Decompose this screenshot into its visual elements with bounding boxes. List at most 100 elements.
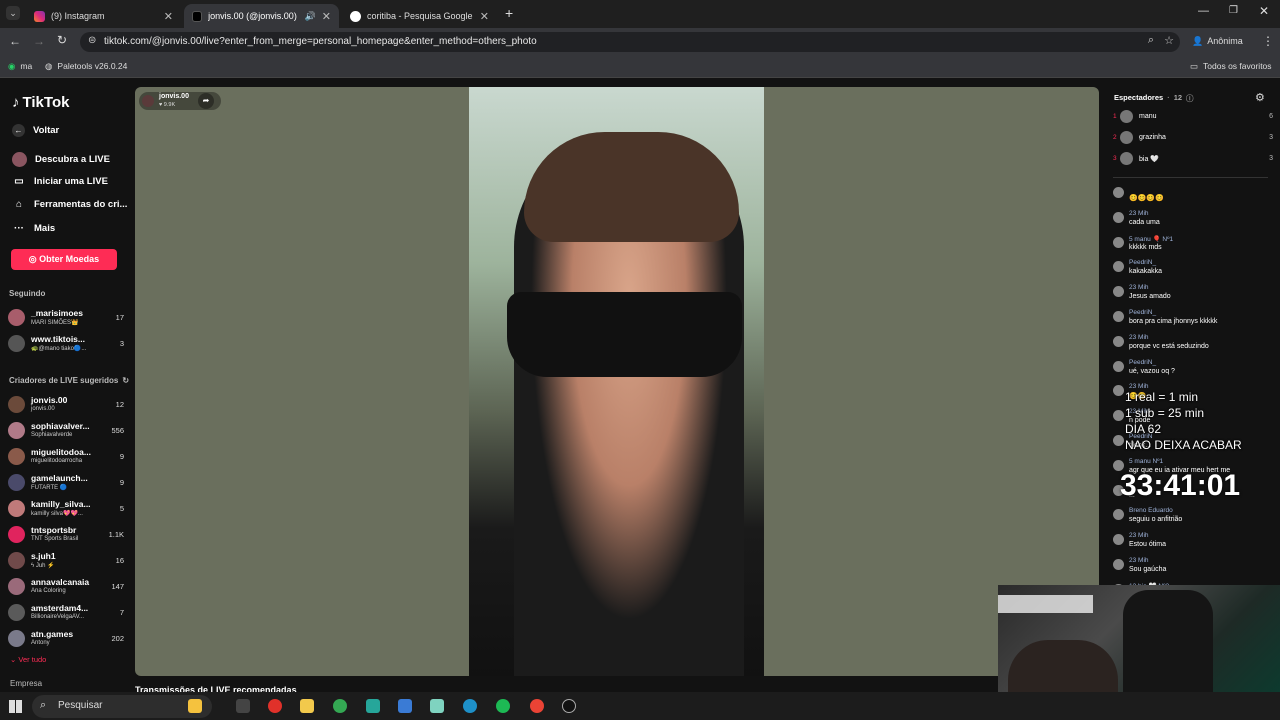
windows-start-icon[interactable] (9, 700, 22, 713)
url-bar[interactable]: ⊜ tiktok.com/@jonvis.00/live?enter_from_… (80, 32, 1180, 52)
chat-username[interactable]: 5 manu 🎈 Nº1 (1129, 235, 1173, 243)
task-view-icon[interactable] (236, 699, 250, 713)
incognito-profile[interactable]: 👤 Anônima (1192, 36, 1243, 47)
account-row[interactable]: _marisimoes MARI SIMÕES👑 17 (8, 307, 124, 329)
tab-tiktok[interactable]: jonvis.00 (@jonvis.00) com 🔊 ✕ (184, 4, 339, 28)
bookmark-label: ma (20, 61, 33, 71)
live-video-stage[interactable]: jonvis.00 ♥ 9.9K ➦ (135, 87, 1099, 676)
avatar (1120, 131, 1133, 144)
copilot-icon[interactable] (188, 699, 202, 713)
chat-username[interactable]: 5 manu Nº1 (1129, 458, 1163, 465)
back-link[interactable]: ← Voltar (12, 124, 59, 137)
chrome-icon[interactable] (333, 699, 347, 713)
streamer-hair (524, 132, 739, 242)
chrome-active-icon[interactable] (530, 699, 544, 713)
streamer-sunglasses (507, 292, 742, 377)
avatar (1120, 152, 1133, 165)
speaker-icon[interactable]: 🔊 (305, 11, 316, 22)
account-row[interactable]: tntsportsbr TNT Sports Brasil 1.1K (8, 524, 124, 546)
account-row[interactable]: amsterdam4... BillionaireVelgaAV... 7 (8, 602, 124, 624)
close-window-button[interactable]: ✕ (1259, 4, 1269, 18)
chat-username[interactable]: PeedriN_ (1129, 259, 1156, 266)
account-row[interactable]: jonvis.00 jonvis.00 12 (8, 394, 124, 416)
info-icon[interactable]: ⓘ (1186, 93, 1194, 104)
chat-username[interactable]: PeedriN_ (1129, 309, 1156, 316)
chat-username[interactable]: 23 Mih (1129, 284, 1149, 291)
tab-instagram[interactable]: (9) Instagram ✕ (26, 4, 181, 28)
refresh-icon[interactable]: ↻ (122, 376, 129, 385)
viewer-count: 1.1K (108, 530, 124, 539)
chat-message: 23 Mih cada uma (1113, 210, 1273, 232)
share-icon[interactable]: ➦ (198, 93, 214, 109)
tab-label: coritiba - Pesquisa Google (367, 11, 473, 21)
file-explorer-icon[interactable] (300, 699, 314, 713)
live-avatar-icon (12, 152, 27, 167)
live-video[interactable] (469, 87, 764, 676)
account-row[interactable]: www.tiktois... 🐢@mano tiako🔵... 3 (8, 333, 124, 355)
zoom-icon[interactable]: ⌕ (1148, 34, 1154, 47)
notes-icon[interactable] (430, 699, 444, 713)
nav-more[interactable]: ··· Mais (12, 223, 55, 234)
chat-username[interactable]: Breno Eduardo (1129, 507, 1173, 514)
viewer-row[interactable]: 2 grazinha 3 (1113, 131, 1273, 145)
forward-arrow-icon[interactable]: → (33, 34, 45, 48)
avatar (1113, 236, 1124, 248)
tiktok-logo[interactable]: ♪ TikTok (12, 94, 69, 111)
account-row[interactable]: miguelitodoa... miguelitodoarrocha 9 (8, 446, 124, 468)
viewer-row[interactable]: 1 manu 6 (1113, 110, 1273, 124)
close-icon[interactable]: ✕ (322, 10, 331, 23)
account-row[interactable]: annavalcanaia Ana Coloring 147 (8, 576, 124, 598)
close-icon[interactable]: ✕ (480, 10, 489, 23)
minimize-button[interactable]: — (1198, 5, 1209, 17)
site-info-icon[interactable]: ⊜ (88, 35, 96, 46)
account-row[interactable]: gamelaunch... FUTARTE 🔵 9 (8, 472, 124, 494)
account-row[interactable]: s.juh1 ϟ Juh ⚡ 16 (8, 550, 124, 572)
nav-discover-live[interactable]: Descubra a LIVE (12, 152, 110, 167)
back-arrow-icon[interactable]: ← (9, 34, 21, 48)
company-link[interactable]: Empresa (10, 679, 42, 688)
viewer-rank: 3 (1113, 155, 1117, 162)
tab-google[interactable]: coritiba - Pesquisa Google ✕ (342, 4, 497, 28)
chat-username[interactable]: 23 Mih (1129, 334, 1149, 341)
account-subtitle: Sophiavalverde (31, 432, 73, 438)
taskbar-search-input[interactable]: ⌕ Pesquisar (32, 695, 212, 718)
chat-username[interactable]: 23 Mih (1129, 532, 1149, 539)
account-row[interactable]: kamilly_silva... kamilly silva💖💖... 5 (8, 498, 124, 520)
tab-search-dropdown[interactable]: ⌄ (6, 6, 20, 20)
get-coins-button[interactable]: ◎ Obter Moedas (11, 249, 117, 270)
viewer-count: 9 (119, 478, 124, 487)
viewer-count: 17 (115, 313, 124, 322)
obs-icon[interactable] (562, 699, 576, 713)
star-icon[interactable]: ☆ (1164, 34, 1174, 47)
see-all-link[interactable]: ⌄ Ver tudo (10, 655, 46, 664)
nav-creator-tools[interactable]: ⌂ Ferramentas do cri... (12, 199, 127, 210)
all-bookmarks[interactable]: ▭ Todos os favoritos (1190, 61, 1272, 72)
reload-icon[interactable]: ↻ (57, 33, 67, 47)
bookmark-paletools[interactable]: ◍ Paletools v26.0.24 (45, 61, 127, 72)
spotify-icon[interactable] (496, 699, 510, 713)
webcam-person (1008, 640, 1118, 692)
new-tab-button[interactable]: + (505, 5, 513, 21)
account-name: _marisimoes (31, 308, 83, 318)
bookmark-ma[interactable]: ◉ ma (8, 61, 32, 72)
menu-icon[interactable]: ⋮ (1262, 34, 1274, 48)
chat-username[interactable]: 23 Mih (1129, 557, 1149, 564)
opera-icon[interactable] (268, 699, 282, 713)
settings-icon[interactable]: ⚙ (1255, 91, 1265, 104)
close-icon[interactable]: ✕ (164, 10, 173, 23)
avatar (1113, 187, 1124, 198)
edge-icon[interactable] (463, 699, 477, 713)
account-row[interactable]: atn.games Antony 202 (8, 628, 124, 650)
restore-button[interactable]: ❐ (1229, 5, 1238, 16)
chat-username[interactable]: 23 Mih (1129, 210, 1149, 217)
avatar (1113, 410, 1124, 422)
viewer-count: 16 (115, 556, 124, 565)
nav-start-live[interactable]: ▭ Iniciar uma LIVE (12, 176, 108, 187)
stream-timer: 33:41:01 (1120, 469, 1241, 502)
store-icon[interactable] (398, 699, 412, 713)
chat-username[interactable]: PeedriN_ (1129, 359, 1156, 366)
viewer-row[interactable]: 3 bia 🤍 3 (1113, 152, 1273, 166)
folder-icon: ▭ (1190, 61, 1199, 71)
account-row[interactable]: sophiavalver... Sophiavalverde 556 (8, 420, 124, 442)
app-icon[interactable] (366, 699, 380, 713)
